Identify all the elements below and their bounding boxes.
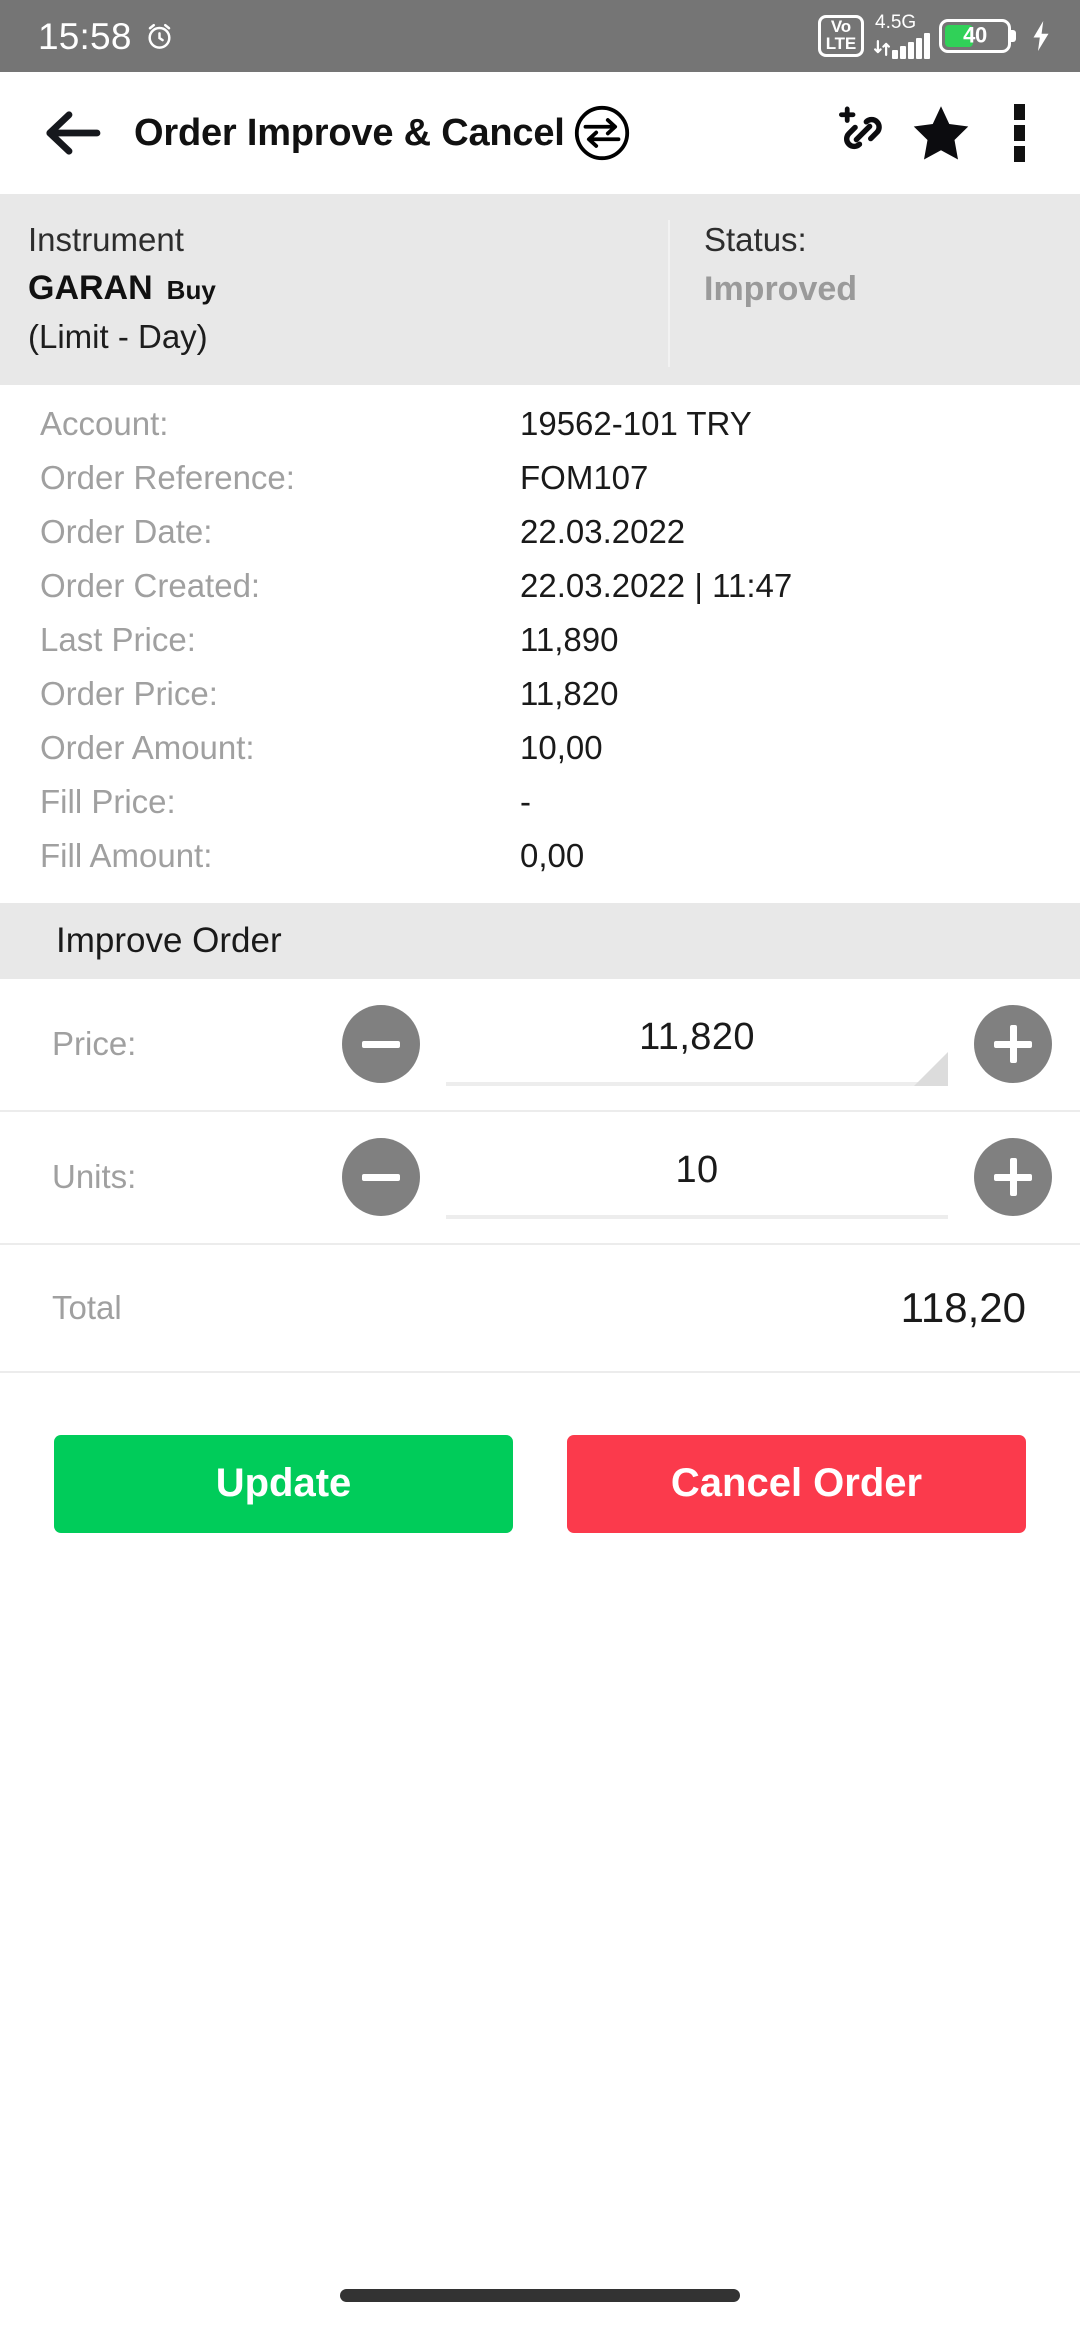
charging-bolt-icon (1033, 21, 1049, 51)
detail-label: Fill Amount: (40, 836, 213, 874)
instrument-status-band: Instrument GARAN Buy (Limit - Day) Statu… (0, 194, 1080, 385)
table-row: Order Created: 22.03.2022 | 11:47 (0, 567, 1080, 621)
battery-icon: 40 (939, 19, 1011, 53)
units-decrement-button[interactable] (342, 1138, 420, 1217)
volte-icon: Vo LTE (817, 15, 864, 57)
units-increment-button[interactable] (974, 1138, 1052, 1217)
table-row: Account: 19562-101 TRY (0, 405, 1080, 459)
more-vertical-icon (1013, 104, 1025, 162)
instrument-column: Instrument GARAN Buy (Limit - Day) (0, 216, 668, 361)
price-input-resize-handle[interactable] (914, 1052, 948, 1087)
signal-bars-icon (892, 33, 930, 59)
detail-label: Account: (40, 404, 169, 442)
detail-value: 22.03.2022 | 11:47 (520, 566, 793, 604)
detail-label: Order Reference: (40, 458, 295, 496)
network-type-label: 4.5G (875, 12, 917, 33)
data-transfer-icon (874, 40, 890, 56)
action-button-row: Update Cancel Order (0, 1373, 1080, 1533)
detail-label: Order Amount: (40, 728, 255, 766)
add-link-button[interactable] (824, 94, 902, 172)
price-input[interactable]: 11,820 (446, 996, 948, 1092)
total-value: 118,20 (900, 1283, 1026, 1331)
price-increment-button[interactable] (974, 1005, 1052, 1084)
detail-label: Order Created: (40, 566, 261, 604)
band-divider (668, 220, 670, 367)
cancel-order-button[interactable]: Cancel Order (567, 1434, 1026, 1533)
detail-value: FOM107 (520, 458, 649, 496)
price-input-value: 11,820 (639, 1015, 755, 1058)
detail-value: 19562-101 TRY (520, 404, 752, 442)
detail-value: 22.03.2022 (520, 512, 686, 550)
favorite-button[interactable] (902, 94, 980, 172)
battery-percent-label: 40 (963, 22, 987, 48)
instrument-side: Buy (166, 274, 216, 305)
table-row: Fill Price: - (0, 783, 1080, 837)
status-badge: Improved (704, 269, 858, 308)
detail-label: Order Date: (40, 512, 213, 550)
network-indicator: 4.5G (873, 13, 930, 59)
status-bar-clock: 15:58 (38, 15, 132, 57)
table-row: Order Reference: FOM107 (0, 459, 1080, 513)
detail-value: 11,890 (520, 620, 619, 658)
units-label: Units: (52, 1158, 137, 1196)
instrument-label: Instrument (28, 221, 184, 258)
units-input[interactable]: 10 (446, 1129, 948, 1225)
detail-value: 0,00 (520, 836, 585, 874)
detail-value: 11,820 (520, 674, 619, 712)
status-label: Status: (704, 221, 807, 258)
minus-circle-icon (362, 1158, 400, 1196)
swap-circle-icon[interactable] (571, 102, 633, 164)
app-screen: 15:58 Vo LTE 4.5G 40 Order Improve & Can… (0, 0, 1080, 2340)
table-row: Fill Amount: 0,00 (0, 837, 1080, 891)
units-input-underline (446, 1215, 948, 1220)
instrument-summary: GARAN Buy (28, 264, 640, 313)
minus-circle-icon (362, 1025, 400, 1063)
table-row: Order Price: 11,820 (0, 675, 1080, 729)
detail-label: Fill Price: (40, 782, 176, 820)
plus-circle-icon (994, 1025, 1032, 1064)
units-input-value: 10 (675, 1148, 719, 1191)
instrument-symbol: GARAN (28, 268, 153, 307)
price-stepper-row: Price: 11,820 (0, 978, 1080, 1112)
page-title: Order Improve & Cancel (134, 111, 565, 154)
swap-arrows-glyph (574, 105, 629, 161)
status-bar-left: 15:58 (38, 18, 175, 55)
detail-value: 10,00 (520, 728, 603, 766)
status-column: Status: Improved (668, 216, 1080, 361)
units-stepper-row: Units: 10 (0, 1111, 1080, 1245)
table-row: Order Amount: 10,00 (0, 729, 1080, 783)
improve-order-section-title: Improve Order (0, 902, 1080, 979)
price-decrement-button[interactable] (342, 1005, 420, 1084)
price-input-underline (446, 1082, 948, 1087)
status-bar-right: Vo LTE 4.5G 40 (817, 13, 1052, 59)
back-arrow-icon (46, 111, 101, 155)
instrument-order-type: (Limit - Day) (28, 318, 208, 356)
order-details-list: Account: 19562-101 TRY Order Reference: … (0, 384, 1080, 903)
home-indicator[interactable] (340, 2289, 740, 2302)
more-options-button[interactable] (980, 94, 1058, 172)
alarm-clock-icon (148, 23, 171, 49)
price-label: Price: (52, 1025, 137, 1063)
table-row: Last Price: 11,890 (0, 621, 1080, 675)
star-icon (913, 106, 969, 160)
total-row: Total 118,20 (0, 1244, 1080, 1373)
volte-bottom-text: LTE (825, 33, 856, 53)
table-row: Order Date: 22.03.2022 (0, 513, 1080, 567)
back-button[interactable] (40, 100, 106, 166)
detail-label: Last Price: (40, 620, 196, 658)
add-link-icon (839, 106, 882, 150)
app-bar: Order Improve & Cancel (0, 72, 1080, 194)
total-label: Total (52, 1288, 122, 1326)
plus-circle-icon (994, 1158, 1032, 1197)
status-bar: 15:58 Vo LTE 4.5G 40 (0, 0, 1080, 72)
detail-label: Order Price: (40, 674, 218, 712)
detail-value: - (520, 782, 531, 820)
update-button[interactable]: Update (54, 1434, 513, 1533)
